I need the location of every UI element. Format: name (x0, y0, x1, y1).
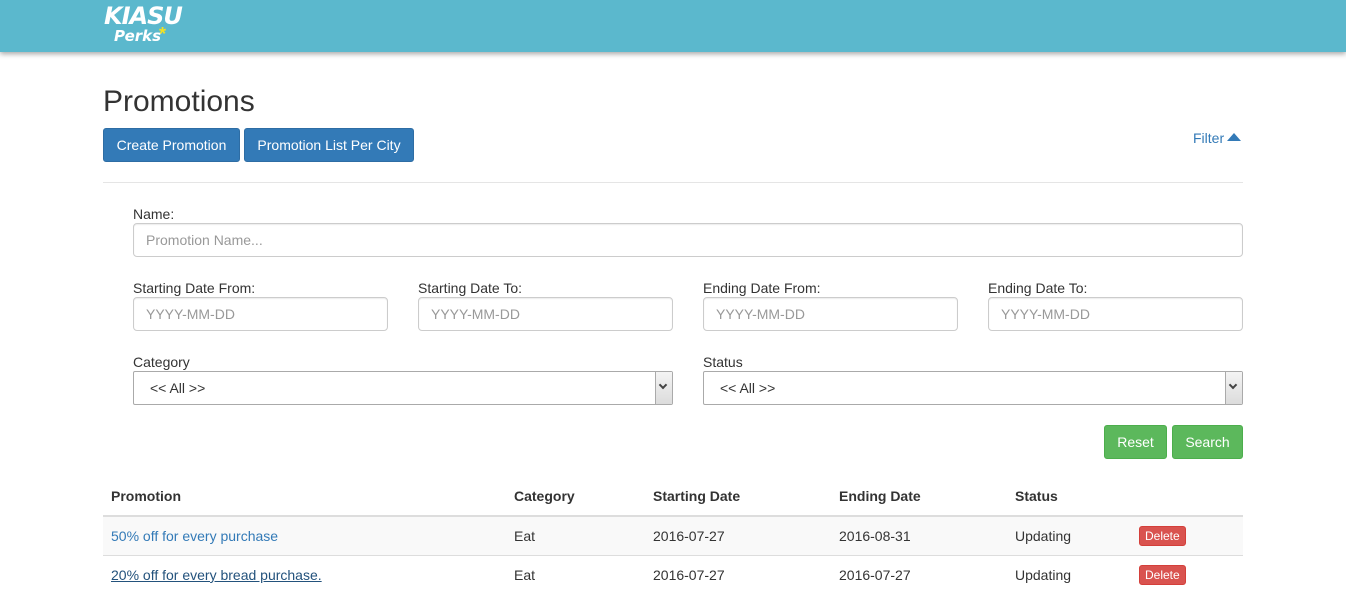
action-cell: Delete (1131, 554, 1243, 594)
starting-date-cell: 2016-07-27 (645, 554, 831, 594)
starting-date-to-label: Starting Date To: (418, 280, 523, 296)
table-row: 20% off for every bread purchase. Eat 20… (103, 554, 1243, 594)
promotion-list-per-city-button[interactable]: Promotion List Per City (244, 128, 414, 162)
status-label: Status (703, 354, 743, 370)
promotion-link[interactable]: 50% off for every purchase (111, 528, 278, 544)
caret-up-icon (1227, 133, 1242, 141)
ending-date-from-input[interactable] (703, 297, 958, 331)
search-button[interactable]: Search (1172, 425, 1243, 459)
starting-date-from-label: Starting Date From: (133, 280, 256, 296)
status-cell: Updating (1007, 554, 1131, 594)
ending-date-to-input[interactable] (988, 297, 1243, 331)
starting-date-cell: 2016-07-27 (645, 515, 831, 555)
category-label: Category (133, 354, 190, 370)
category-selected-value: << All >> (150, 380, 206, 396)
status-cell: Updating (1007, 515, 1131, 555)
create-promotion-button[interactable]: Create Promotion (103, 128, 240, 162)
ending-date-to-label: Ending Date To: (988, 280, 1088, 296)
column-header-status[interactable]: Status (1007, 477, 1131, 517)
starting-date-from-input[interactable] (133, 297, 388, 331)
promotions-table: Promotion Category Starting Date Ending … (103, 477, 1243, 594)
column-header-promotion[interactable]: Promotion (103, 477, 506, 517)
column-header-starting-date[interactable]: Starting Date (645, 477, 831, 517)
divider (103, 182, 1243, 183)
starting-date-to-input[interactable] (418, 297, 673, 331)
kiasu-perks-logo[interactable]: KIASU Perks * (104, 2, 184, 48)
logo-subtext: Perks (114, 27, 162, 45)
column-header-actions (1131, 477, 1243, 517)
name-label: Name: (133, 206, 175, 222)
filter-label: Filter (1193, 130, 1225, 146)
table-row: 50% off for every purchase Eat 2016-07-2… (103, 515, 1243, 555)
ending-date-cell: 2016-08-31 (831, 515, 1007, 555)
delete-button[interactable]: Delete (1139, 525, 1186, 546)
column-header-category[interactable]: Category (506, 477, 645, 517)
logo-text: KIASU (104, 2, 183, 30)
status-select[interactable]: << All >> (703, 371, 1243, 405)
ending-date-from-label: Ending Date From: (703, 280, 821, 296)
status-selected-value: << All >> (720, 380, 776, 396)
category-cell: Eat (506, 554, 645, 594)
category-cell: Eat (506, 515, 645, 555)
action-cell: Delete (1131, 515, 1243, 555)
page-title: Promotions (103, 85, 255, 118)
promotion-cell: 50% off for every purchase (103, 515, 506, 555)
ending-date-cell: 2016-07-27 (831, 554, 1007, 594)
promotion-name-input[interactable] (133, 223, 1243, 257)
top-navbar: KIASU Perks * (0, 0, 1346, 52)
chevron-down-icon (1225, 372, 1242, 404)
delete-button[interactable]: Delete (1139, 564, 1186, 585)
table-header-row: Promotion Category Starting Date Ending … (103, 477, 1243, 517)
promotion-cell: 20% off for every bread purchase. (103, 554, 506, 594)
filter-toggle[interactable]: Filter (1193, 129, 1242, 147)
category-select[interactable]: << All >> (133, 371, 673, 405)
column-header-ending-date[interactable]: Ending Date (831, 477, 1007, 517)
reset-button[interactable]: Reset (1104, 425, 1167, 459)
promotion-link[interactable]: 20% off for every bread purchase. (111, 567, 322, 583)
chevron-down-icon (655, 372, 672, 404)
star-icon: * (159, 24, 167, 44)
